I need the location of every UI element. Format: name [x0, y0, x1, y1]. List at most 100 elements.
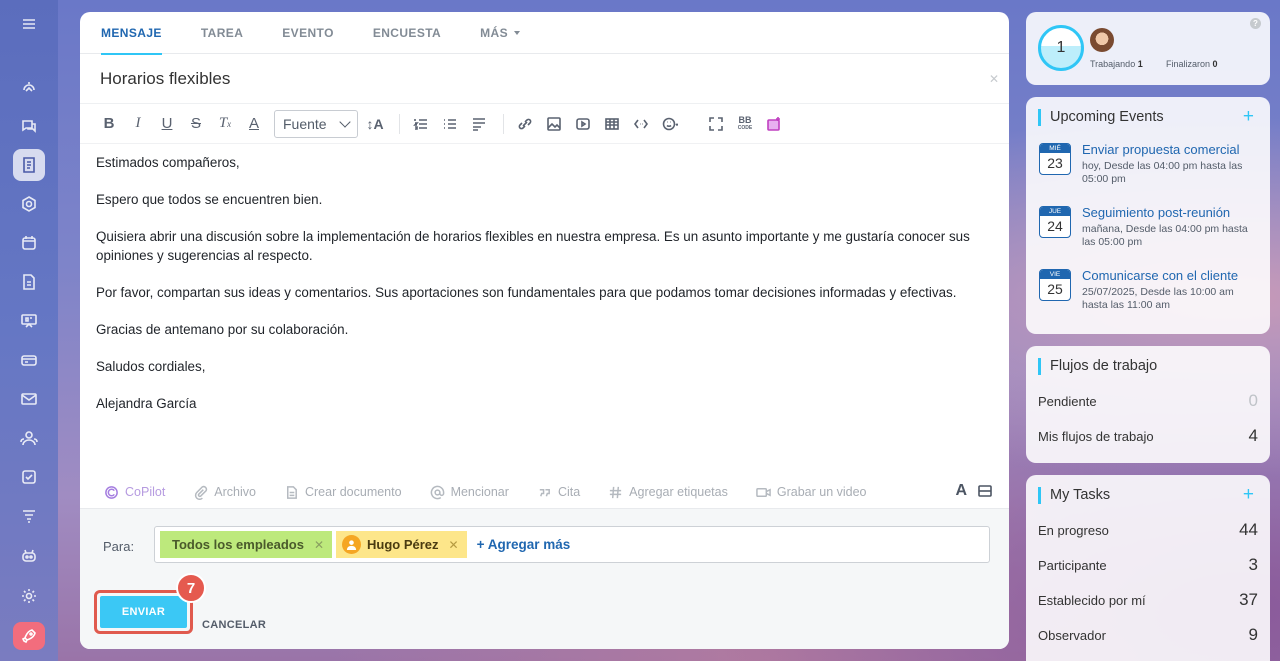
body-paragraph: Gracias de antemano por su colaboración. [96, 321, 349, 337]
feed-icon[interactable] [13, 149, 45, 181]
tasks-title: My Tasks [1038, 487, 1110, 504]
add-task-button[interactable]: + [1243, 485, 1254, 504]
bbcode-button[interactable]: BB CODE [732, 111, 758, 137]
menu-icon[interactable] [13, 8, 45, 40]
event-day: 23 [1047, 155, 1063, 171]
attach-file-button[interactable]: Archivo [193, 485, 256, 500]
event-title[interactable]: Seguimiento post-reunión [1082, 205, 1230, 220]
upcoming-events-widget: Upcoming Events + MIÉ 23 Enviar propuesta… [1026, 97, 1270, 334]
ai-image-button[interactable] [761, 111, 787, 137]
remove-icon[interactable]: ✕ [449, 538, 459, 552]
align-button[interactable] [466, 111, 492, 137]
send-button[interactable]: ENVIAR [100, 596, 187, 628]
paperclip-icon [195, 485, 208, 500]
bbcode-icon: BB CODE [737, 114, 753, 131]
workflow-label: Pendiente [1038, 393, 1097, 409]
event-time: mañana, Desde las 04:00 pm hasta las 05:… [1082, 223, 1248, 248]
record-video-button[interactable]: Grabar un video [756, 485, 867, 500]
task-row[interactable]: En progreso 44 [1038, 520, 1258, 540]
body-paragraph: Por favor, compartan sus ideas y comenta… [96, 284, 957, 300]
add-tags-button[interactable]: Agregar etiquetas [608, 485, 728, 500]
underline-button[interactable]: U [154, 111, 180, 137]
body-paragraph: Alejandra García [96, 395, 197, 411]
tab-message[interactable]: MENSAJE [101, 12, 162, 55]
recipient-chip-label: Hugo Pérez [367, 537, 439, 552]
recipient-chip[interactable]: Hugo Pérez ✕ [336, 531, 467, 558]
clear-format-button[interactable]: Tx [212, 111, 238, 137]
table-button[interactable] [599, 111, 625, 137]
font-select[interactable]: Fuente [274, 109, 358, 138]
tasks-icon[interactable] [13, 461, 45, 493]
employees-icon[interactable] [13, 422, 45, 454]
at-icon [430, 485, 444, 499]
copilot-button[interactable]: CoPilot [104, 485, 165, 500]
link-button[interactable] [512, 111, 538, 137]
workday-count: 1 [1056, 39, 1066, 56]
tab-event[interactable]: EVENTO [282, 12, 334, 54]
add-tags-label: Agregar etiquetas [629, 485, 728, 499]
post-title-input[interactable]: Horarios flexibles [100, 69, 230, 89]
numbered-list-button[interactable] [408, 111, 434, 137]
remove-icon[interactable]: ✕ [314, 538, 324, 552]
composer-tabs: MENSAJE TAREA EVENTO ENCUESTA MÁS [80, 12, 1009, 55]
create-document-button[interactable]: Crear documento [284, 485, 402, 500]
copilot-label: CoPilot [125, 485, 166, 499]
activity-icon[interactable] [13, 71, 45, 103]
documents-icon[interactable] [13, 266, 45, 298]
task-label: Establecido por mí [1038, 592, 1146, 608]
filter-icon[interactable] [13, 500, 45, 532]
event-title[interactable]: Enviar propuesta comercial [1082, 142, 1240, 157]
task-label: Observador [1038, 627, 1106, 643]
rocket-icon[interactable] [13, 622, 45, 650]
tab-poll[interactable]: ENCUESTA [373, 12, 441, 54]
task-row[interactable]: Establecido por mí 37 [1038, 590, 1258, 610]
fullscreen-button[interactable] [703, 111, 729, 137]
mention-label: Mencionar [450, 485, 509, 499]
workflow-row[interactable]: Mis flujos de trabajo 4 [1038, 426, 1258, 446]
task-row[interactable]: Participante 3 [1038, 555, 1258, 575]
quote-button[interactable]: Cita [537, 485, 580, 500]
collab-icon[interactable] [13, 188, 45, 220]
video-button[interactable] [570, 111, 596, 137]
bullet-list-button[interactable] [437, 111, 463, 137]
mention-button[interactable]: Mencionar [430, 485, 509, 500]
bold-button[interactable]: B [96, 111, 122, 137]
event-title[interactable]: Comunicarse con el cliente [1082, 268, 1238, 283]
cancel-button[interactable]: CANCELAR [202, 619, 266, 631]
event-month: JUE [1040, 207, 1070, 216]
add-event-button[interactable]: + [1243, 107, 1254, 126]
user-icon [346, 540, 357, 550]
tab-more[interactable]: MÁS [480, 12, 521, 54]
emoji-button[interactable] [657, 111, 683, 137]
message-body[interactable]: Estimados compañeros, Espero que todos s… [80, 144, 1009, 413]
font-size-button[interactable]: ↕A [362, 111, 388, 137]
recipients-field[interactable]: Todos los empleados ✕ Hugo Pérez ✕ + Agreg… [154, 526, 990, 563]
task-label: Participante [1038, 557, 1107, 573]
camera-icon [756, 487, 771, 497]
boards-icon[interactable] [13, 305, 45, 337]
mail-icon[interactable] [13, 383, 45, 415]
tab-task[interactable]: TAREA [201, 12, 243, 54]
settings-icon[interactable] [13, 580, 45, 612]
add-recipients-link[interactable]: + Agregar más [477, 537, 571, 552]
image-button[interactable] [541, 111, 567, 137]
crm-icon[interactable] [13, 344, 45, 376]
strikethrough-button[interactable]: S [183, 111, 209, 137]
chat-icon[interactable] [13, 110, 45, 142]
panel-icon[interactable] [977, 483, 993, 499]
body-paragraph: Espero que todos se encuentren bien. [96, 192, 323, 207]
close-icon[interactable]: ✕ [989, 72, 999, 86]
help-icon[interactable]: ? [1250, 18, 1261, 29]
text-size-icon[interactable]: A [955, 482, 967, 500]
workday-indicator[interactable]: 1 [1038, 25, 1084, 71]
recipient-chip[interactable]: Todos los empleados ✕ [160, 531, 333, 558]
calendar-icon[interactable] [13, 227, 45, 259]
avatar[interactable] [1090, 28, 1114, 52]
italic-button[interactable]: I [125, 111, 151, 137]
code-button[interactable] [628, 111, 654, 137]
text-color-button[interactable]: A [241, 111, 267, 137]
automation-icon[interactable] [13, 539, 45, 571]
workflow-row[interactable]: Pendiente 0 [1038, 391, 1258, 411]
hashtag-icon [610, 486, 622, 498]
task-row[interactable]: Observador 9 [1038, 625, 1258, 645]
